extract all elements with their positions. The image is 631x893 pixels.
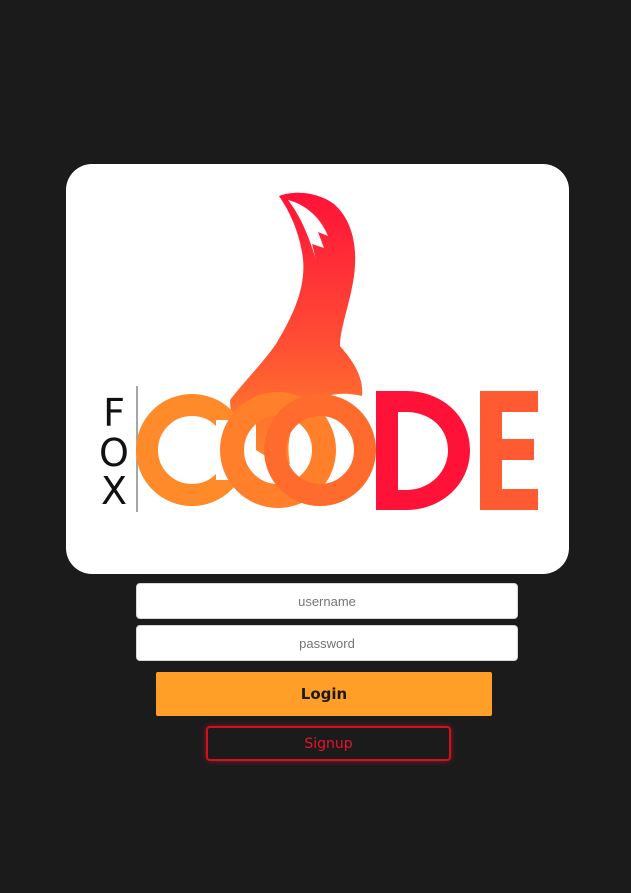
password-input[interactable] [136,625,518,661]
login-page: F O X Login Signup [0,0,631,893]
logo-letter-x: X [101,469,127,513]
logo-letter-e [480,391,538,510]
logo-letter-d [376,391,470,510]
login-button[interactable]: Login [156,672,492,716]
username-input[interactable] [136,583,518,619]
fox-vertical-text: F O X [99,391,129,513]
signup-button[interactable]: Signup [206,726,451,761]
logo-card: F O X [66,164,569,574]
logo-letter-f: F [103,391,125,435]
foxcode-logo: F O X [99,192,538,513]
